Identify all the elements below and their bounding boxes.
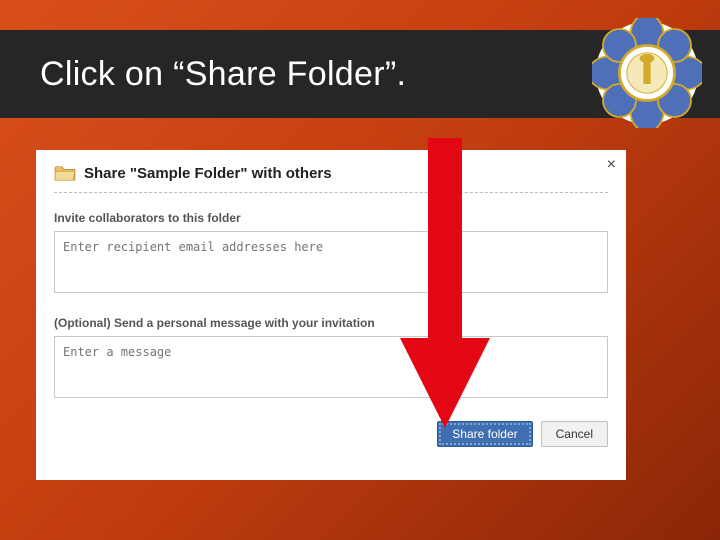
message-field[interactable] [54, 336, 608, 398]
close-icon[interactable]: × [607, 156, 616, 174]
dialog-header: Share "Sample Folder" with others [54, 164, 608, 193]
slide-title: Click on “Share Folder”. [40, 55, 406, 94]
folder-icon [54, 164, 76, 182]
share-folder-button[interactable]: Share folder [437, 421, 532, 447]
dialog-title: Share "Sample Folder" with others [84, 165, 332, 182]
share-dialog: × Share "Sample Folder" with others Invi… [36, 150, 626, 480]
slide-background: Click on “Share Folder”. [0, 0, 720, 540]
dialog-button-row: Share folder Cancel [54, 417, 608, 447]
message-label: (Optional) Send a personal message with … [54, 316, 608, 330]
invite-label: Invite collaborators to this folder [54, 211, 608, 225]
invite-email-field[interactable] [54, 231, 608, 293]
cancel-button[interactable]: Cancel [541, 421, 608, 447]
crest-logo [592, 18, 702, 128]
